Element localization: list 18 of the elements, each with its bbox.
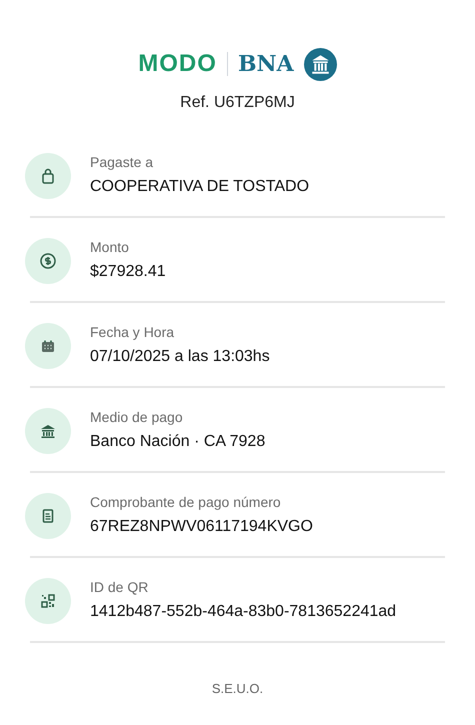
dollar-coin-icon (38, 250, 58, 270)
field-label: Fecha y Hora (90, 323, 176, 342)
field-value: COOPERATIVA DE TOSTADO (90, 177, 310, 197)
bank-logo-icon (304, 48, 337, 80)
field-label: Pagaste a (90, 153, 154, 172)
field-label: ID de QR (90, 578, 150, 597)
brand-logo-text: BNA (238, 50, 294, 78)
brand-logo-text: MODO (138, 49, 217, 79)
field-value: Banco Nación · CA 7928 (90, 432, 266, 452)
field-value: $27928.41 (90, 262, 166, 282)
field-value: 07/10/2025 a las 13:03hs (90, 347, 270, 367)
field-label: Medio de pago (90, 408, 184, 427)
field-label: Comprobante de pago número (90, 493, 282, 512)
field-label: Monto (90, 238, 130, 257)
field-value: 67REZ8NPWV06117194KVGO (90, 517, 313, 537)
reference-code: Ref. U6TZP6MJ (180, 93, 295, 113)
footer-note: S.E.U.O. (210, 680, 264, 698)
field-value: 1412b487-552b-464a-83b0-7813652241ad (90, 602, 396, 622)
